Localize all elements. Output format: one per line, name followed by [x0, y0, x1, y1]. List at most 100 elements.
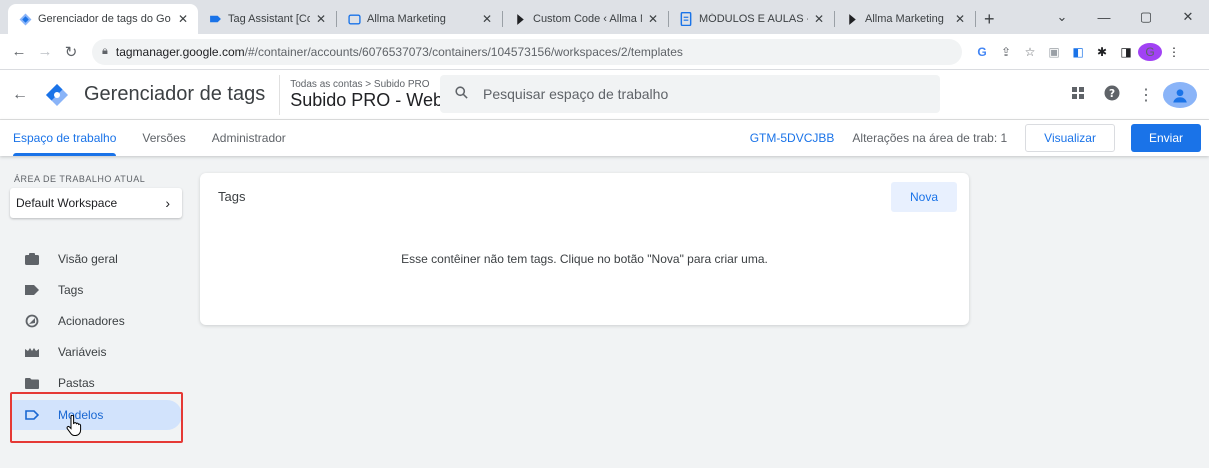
sidebar-item-overview[interactable]: Visão geral — [10, 244, 182, 274]
url-path: /#/container/accounts/6076537073/contain… — [244, 44, 683, 59]
sidebar-item-label: Variáveis — [58, 345, 107, 359]
maximize-icon[interactable]: ▢ — [1125, 9, 1167, 25]
devtools-extension-icon[interactable]: ▣ — [1042, 45, 1066, 59]
sidebar-item-label: Acionadores — [58, 314, 125, 328]
workspace-subnav: Espaço de trabalho Versões Administrador… — [0, 120, 1209, 156]
sidebar-item-label: Tags — [58, 283, 84, 297]
workspace-label: ÁREA DE TRABALHO ATUAL — [14, 174, 146, 184]
gtm-logo-icon — [44, 82, 70, 108]
close-window-icon[interactable]: ✕ — [1167, 9, 1209, 25]
workspace-changes: Alterações na área de trab: 1 — [852, 131, 1008, 145]
tags-card: Tags Nova Esse contêiner não tem tags. C… — [200, 173, 969, 325]
browser-tab-title: Custom Code ‹ Allma Mark — [533, 13, 642, 25]
chevron-down-icon[interactable]: ⌄ — [1041, 9, 1083, 25]
tab-admin[interactable]: Administrador — [199, 120, 299, 156]
browser-tab-title: Allma Marketing — [367, 13, 446, 25]
variables-icon — [24, 344, 40, 360]
profile-initial: G — [1138, 42, 1162, 61]
more-vert-icon[interactable]: ⋮ — [1162, 45, 1186, 59]
new-tab-button[interactable]: + — [976, 4, 1003, 34]
workspace-search[interactable]: Pesquisar espaço de trabalho — [440, 75, 940, 113]
minimize-icon[interactable]: — — [1083, 10, 1125, 25]
bookmark-star-icon[interactable]: ☆ — [1018, 45, 1042, 59]
sidebar-item-tags[interactable]: Tags — [10, 275, 182, 305]
chevron-right-icon: › — [165, 195, 170, 211]
browser-window: Gerenciador de tags do Go ✕ Tag Assistan… — [0, 0, 1209, 468]
close-icon[interactable]: ✕ — [955, 12, 965, 26]
sidebar-item-label: Pastas — [58, 376, 95, 390]
subnav-actions: GTM-5DVCJBB Alterações na área de trab: … — [750, 120, 1201, 156]
extensions-puzzle-icon[interactable]: ✱ — [1090, 45, 1114, 59]
allma-favicon-icon — [347, 12, 361, 26]
browser-tab-title: Allma Marketing — [865, 13, 944, 25]
browser-tab-gtm[interactable]: Gerenciador de tags do Go ✕ — [8, 4, 198, 34]
account-avatar[interactable] — [1163, 81, 1197, 109]
sidebar-item-label: Visão geral — [58, 252, 118, 266]
close-icon[interactable]: ✕ — [178, 12, 188, 26]
back-arrow-icon[interactable]: ← — [6, 43, 32, 60]
new-tag-button[interactable]: Nova — [891, 182, 957, 212]
card-title: Tags — [218, 189, 246, 204]
empty-state-message: Esse contêiner não tem tags. Clique no b… — [401, 252, 768, 266]
address-bar[interactable]: 🔒︎ tagmanager.google.com/#/container/acc… — [92, 38, 962, 65]
container-id-link[interactable]: GTM-5DVCJBB — [750, 131, 835, 145]
sidebar-item-variables[interactable]: Variáveis — [10, 337, 182, 367]
forward-arrow-icon[interactable]: → — [32, 43, 58, 60]
close-icon[interactable]: ✕ — [316, 12, 326, 26]
sidebar-item-triggers[interactable]: Acionadores — [10, 306, 182, 336]
briefcase-icon — [24, 251, 40, 267]
header-actions: ? ⋮ — [1061, 70, 1197, 120]
search-icon — [454, 85, 469, 104]
gtm-header: ← Gerenciador de tags Todas as contas > … — [0, 70, 1209, 120]
browser-tab-title: Gerenciador de tags do Go — [38, 13, 171, 25]
allma-logo-icon — [513, 12, 527, 26]
hand-cursor-icon — [66, 415, 82, 436]
browser-tab-title: Tag Assistant [Connected] — [228, 13, 310, 25]
browser-tab-allma-2[interactable]: Allma Marketing ✕ — [835, 4, 975, 34]
close-icon[interactable]: ✕ — [814, 12, 824, 26]
browser-tab-custom-code[interactable]: Custom Code ‹ Allma Mark ✕ — [503, 4, 668, 34]
reload-icon[interactable]: ↻ — [58, 43, 84, 61]
account-breadcrumb: Todas as contas > Subido PRO — [290, 78, 430, 90]
container-selector[interactable]: Todas as contas > Subido PRO Subido PRO … — [279, 74, 458, 115]
close-icon[interactable]: ✕ — [648, 12, 658, 26]
product-name: Gerenciador de tags — [84, 83, 266, 105]
side-panel-icon[interactable]: ◨ — [1114, 45, 1138, 59]
search-placeholder: Pesquisar espaço de trabalho — [483, 86, 669, 102]
tab-workspace[interactable]: Espaço de trabalho — [0, 120, 129, 156]
highlight-box — [10, 392, 183, 443]
browser-tab-title: MÓDULOS E AULAS - Docs — [699, 13, 808, 25]
apps-grid-icon[interactable] — [1061, 86, 1095, 105]
toolbar-icons: G ⇪ ☆ ▣ ◧ ✱ ◨ G ⋮ — [970, 42, 1186, 61]
window-controls: ⌄ — ▢ ✕ — [1041, 0, 1209, 34]
tab-strip: Gerenciador de tags do Go ✕ Tag Assistan… — [0, 0, 1209, 34]
browser-tab-tag-assistant[interactable]: Tag Assistant [Connected] ✕ — [198, 4, 336, 34]
submit-button[interactable]: Enviar — [1130, 124, 1201, 152]
browser-tab-docs[interactable]: MÓDULOS E AULAS - Docs ✕ — [669, 4, 834, 34]
help-icon[interactable]: ? — [1095, 84, 1129, 107]
browser-toolbar: ← → ↻ 🔒︎ tagmanager.google.com/#/contain… — [0, 34, 1209, 70]
profile-avatar[interactable]: G — [1138, 42, 1162, 61]
container-name: Subido PRO - Web — [290, 89, 443, 110]
google-icon[interactable]: G — [970, 45, 994, 59]
more-vert-icon[interactable]: ⋮ — [1129, 85, 1163, 105]
user-avatar-icon — [1163, 81, 1197, 108]
close-icon[interactable]: ✕ — [482, 12, 492, 26]
tab-versions[interactable]: Versões — [129, 120, 198, 156]
back-arrow-icon[interactable]: ← — [0, 86, 40, 104]
folder-icon — [24, 375, 40, 391]
preview-button[interactable]: Visualizar — [1025, 124, 1115, 152]
tag-assistant-extension-icon[interactable]: ◧ — [1066, 45, 1090, 59]
tag-assistant-favicon-icon — [208, 12, 222, 26]
svg-text:?: ? — [1109, 87, 1115, 99]
trigger-icon — [24, 313, 40, 329]
docs-favicon-icon — [679, 12, 693, 26]
browser-tab-allma[interactable]: Allma Marketing ✕ — [337, 4, 502, 34]
workspace-selector[interactable]: Default Workspace › — [10, 188, 182, 218]
url-host: tagmanager.google.com — [115, 44, 245, 59]
gtm-favicon-icon — [18, 12, 32, 26]
share-icon[interactable]: ⇪ — [994, 45, 1018, 59]
lock-icon: 🔒︎ — [102, 45, 108, 57]
workspace-name: Default Workspace — [16, 196, 118, 210]
tag-icon — [24, 282, 40, 298]
